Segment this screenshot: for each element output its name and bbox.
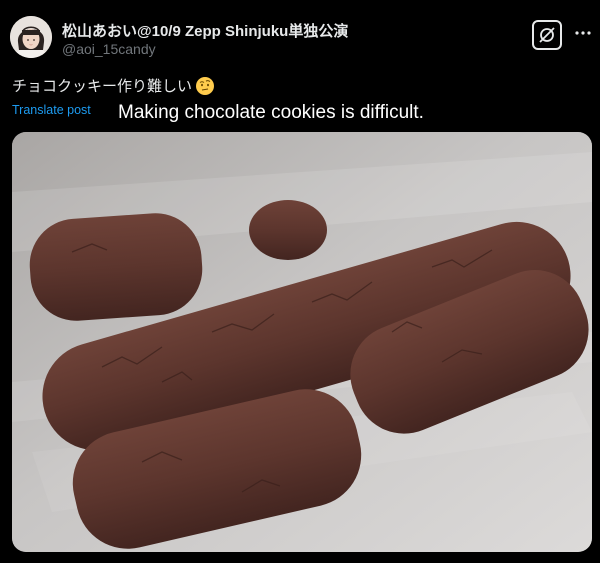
avatar[interactable] xyxy=(10,16,52,58)
translate-post-link[interactable]: Translate post xyxy=(12,103,91,117)
translated-text: Making chocolate cookies is difficult. xyxy=(118,102,424,123)
grok-button[interactable] xyxy=(532,20,562,50)
author-handle[interactable]: @aoi_15candy xyxy=(62,41,156,57)
avatar-photo xyxy=(10,16,52,58)
author-display-name[interactable]: 松山あおい@10/9 Zepp Shinjuku単独公演 xyxy=(62,20,348,41)
post-text-line: チョコクッキー作り難しい xyxy=(12,75,215,96)
more-horizontal-icon xyxy=(575,31,591,35)
post-text: チョコクッキー作り難しい xyxy=(12,78,193,95)
grok-icon xyxy=(539,27,555,43)
chocolate-cookie-dough-logs xyxy=(12,132,592,552)
face-with-raised-eyebrow-emoji xyxy=(196,76,215,95)
post-photo[interactable] xyxy=(12,132,592,552)
more-options-button[interactable] xyxy=(572,22,594,44)
